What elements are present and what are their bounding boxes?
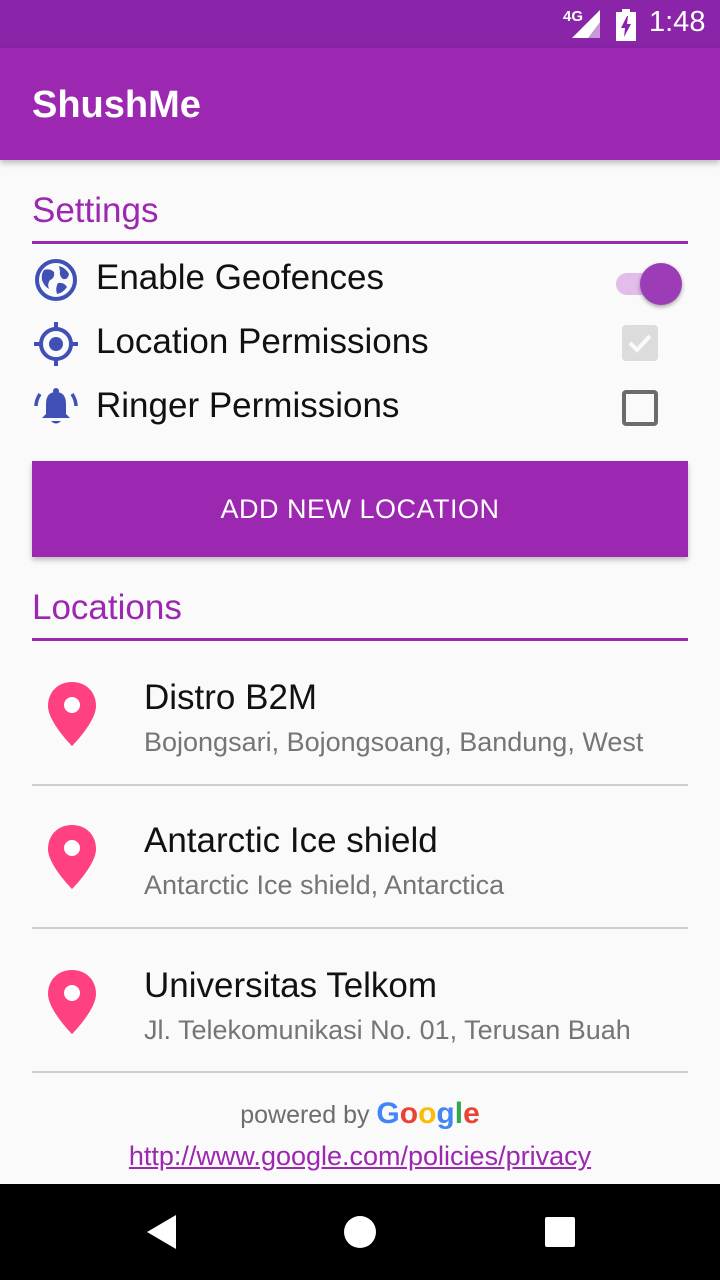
- privacy-policy-link[interactable]: http://www.google.com/policies/privacy: [0, 1141, 720, 1172]
- setting-ringer-permissions: Ringer Permissions: [32, 376, 688, 436]
- settings-heading: Settings: [32, 191, 159, 230]
- google-letter: o: [418, 1097, 437, 1130]
- location-address: Bojongsari, Bojongsoang, Bandung, West: [144, 727, 644, 757]
- checkmark-icon: [628, 334, 652, 353]
- google-letter: G: [376, 1097, 400, 1130]
- setting-label: Location Permissions: [96, 322, 429, 361]
- map-pin-icon: [48, 970, 96, 1034]
- locations-heading: Locations: [32, 588, 182, 627]
- location-item-distro-b2m[interactable]: Distro B2M Bojongsari, Bojongsoang, Band…: [32, 660, 688, 803]
- enable-geofences-switch[interactable]: [616, 263, 684, 305]
- google-letter: e: [463, 1097, 480, 1130]
- status-bar: 4G 1:48: [0, 0, 720, 48]
- home-icon[interactable]: [312, 1184, 408, 1280]
- google-letter: o: [399, 1097, 419, 1130]
- map-pin-icon: [48, 825, 96, 889]
- recents-icon[interactable]: [512, 1184, 608, 1280]
- location-item-antarctic-ice-shield[interactable]: Antarctic Ice shield Antarctic Ice shiel…: [32, 803, 688, 946]
- setting-enable-geofences: Enable Geofences: [32, 248, 688, 308]
- gps-fixed-icon: [34, 322, 78, 366]
- settings-divider: [32, 241, 688, 244]
- ringer-permissions-checkbox[interactable]: [622, 390, 658, 426]
- setting-label: Ringer Permissions: [96, 386, 400, 425]
- setting-label: Enable Geofences: [96, 258, 384, 297]
- location-name: Universitas Telkom: [144, 966, 438, 1005]
- locations-divider: [32, 638, 688, 641]
- list-divider: [32, 784, 688, 786]
- google-letter: g: [436, 1097, 455, 1130]
- location-name: Antarctic Ice shield: [144, 821, 438, 860]
- powered-by-google: powered by Google: [0, 1097, 720, 1131]
- location-address: Antarctic Ice shield, Antarctica: [144, 870, 505, 900]
- clock: 1:48: [649, 6, 706, 38]
- setting-location-permissions: Location Permissions: [32, 312, 688, 372]
- app-title: ShushMe: [32, 84, 201, 126]
- location-permissions-checkbox[interactable]: [622, 325, 658, 361]
- map-pin-icon: [48, 682, 96, 746]
- battery-charging-icon: [616, 9, 636, 41]
- list-divider: [32, 1071, 688, 1073]
- list-divider: [32, 927, 688, 929]
- signal-icon: [572, 10, 600, 38]
- navigation-bar: [0, 1184, 720, 1280]
- location-item-universitas-telkom[interactable]: Universitas Telkom Jl. Telekomunikasi No…: [32, 948, 688, 1091]
- location-address: Jl. Telekomunikasi No. 01, Terusan Buah: [144, 1015, 631, 1045]
- globe-icon: [35, 259, 77, 301]
- back-icon[interactable]: [112, 1184, 208, 1280]
- switch-thumb: [640, 263, 682, 305]
- ringer-bell-icon: [34, 388, 78, 424]
- google-letter: l: [454, 1097, 464, 1130]
- location-name: Distro B2M: [144, 678, 318, 717]
- app-bar: ShushMe: [0, 48, 720, 160]
- powered-by-text: powered by: [240, 1101, 370, 1129]
- google-logo: Google: [376, 1097, 479, 1130]
- add-new-location-button[interactable]: ADD NEW LOCATION: [32, 461, 688, 557]
